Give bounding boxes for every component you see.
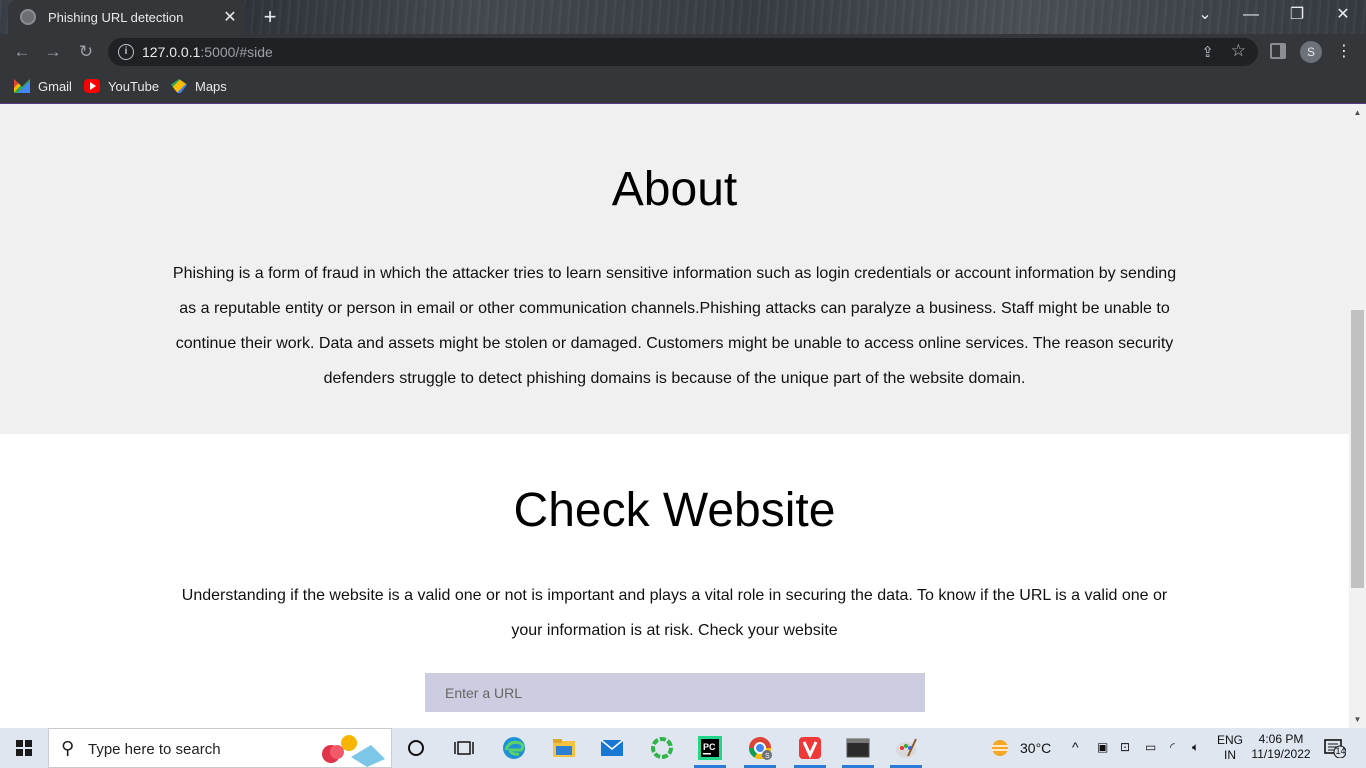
scroll-up-arrow-icon[interactable]: ▲ (1349, 104, 1366, 121)
bookmark-maps[interactable]: Maps (171, 76, 227, 96)
window-close-button[interactable]: ✕ (1320, 0, 1366, 30)
bookmark-label: Gmail (38, 78, 72, 94)
tab-close-icon[interactable]: ✕ (218, 7, 242, 27)
about-section: About Phishing is a form of fraud in whi… (0, 104, 1349, 434)
edge-icon[interactable] (490, 728, 538, 768)
address-url[interactable]: 127.0.0.1:5000/#side (142, 44, 273, 60)
page-scrollbar[interactable]: ▲ ▼ (1349, 104, 1366, 728)
language-code: ENG (1216, 733, 1243, 747)
taskbar-search-placeholder: Type here to search (88, 741, 221, 758)
search-highlight-illustration-icon (322, 735, 385, 767)
vivaldi-icon[interactable] (786, 728, 834, 768)
browser-toolbar: ← → ↻ i 127.0.0.1:5000/#side ⇪ ☆ S ⋮ (0, 34, 1366, 70)
gmail-icon (14, 79, 30, 93)
notification-center-icon[interactable]: 14 (1324, 738, 1347, 759)
bookmark-youtube[interactable]: YouTube (84, 76, 159, 96)
cortana-icon[interactable] (392, 728, 440, 768)
mail-icon[interactable] (588, 728, 636, 768)
url-path: :5000/#side (200, 44, 273, 60)
youtube-icon (84, 79, 100, 93)
region-code: IN (1224, 748, 1236, 762)
taskbar: ⚲ Type here to search PC S 30°C ^ ▣ ⊡ ▭ … (0, 728, 1366, 768)
profile-avatar[interactable]: S (1300, 41, 1322, 63)
url-host: 127.0.0.1 (142, 44, 201, 60)
chrome-divider (0, 103, 1366, 104)
file-explorer-icon[interactable] (540, 728, 588, 768)
terminal-icon[interactable] (834, 728, 882, 768)
about-heading: About (611, 163, 738, 216)
scrollbar-thumb[interactable] (1351, 310, 1364, 588)
language-indicator[interactable]: ENG IN (1214, 733, 1246, 763)
app-ring-icon[interactable] (638, 728, 686, 768)
notification-count: 14 (1335, 746, 1346, 756)
windows-logo-icon (16, 740, 32, 756)
pycharm-icon[interactable]: PC (686, 728, 734, 768)
paint-icon[interactable] (882, 728, 930, 768)
battery-icon[interactable]: ▭ (1145, 740, 1156, 755)
clock-time: 4:06 PM (1258, 732, 1304, 746)
scroll-down-arrow-icon[interactable]: ▼ (1349, 711, 1366, 728)
url-input[interactable] (425, 673, 925, 712)
taskbar-search[interactable]: ⚲ Type here to search (48, 728, 392, 768)
bookmark-label: Maps (195, 78, 227, 94)
tab-title: Phishing URL detection (48, 9, 184, 25)
network-icon[interactable]: ◜ (1170, 740, 1175, 755)
address-bar[interactable]: i 127.0.0.1:5000/#side ⇪ ☆ (108, 38, 1258, 66)
start-button[interactable] (0, 728, 48, 768)
check-website-heading: Check Website (513, 484, 836, 537)
meet-now-icon[interactable]: ▣ (1097, 740, 1108, 755)
site-info-icon[interactable]: i (118, 44, 134, 60)
tab-search-chevron-icon[interactable]: ⌄ (1182, 0, 1228, 30)
search-icon: ⚲ (61, 738, 75, 758)
svg-text:PC: PC (703, 742, 716, 752)
about-text: Phishing is a form of fraud in which the… (172, 265, 1177, 387)
svg-text:S: S (765, 753, 770, 760)
chrome-icon[interactable]: S (736, 728, 784, 768)
new-tab-button[interactable]: + (258, 5, 282, 29)
share-icon[interactable]: ⇪ (1201, 43, 1214, 61)
bookmark-star-icon[interactable]: ☆ (1231, 41, 1246, 61)
page-viewport: About Phishing is a form of fraud in whi… (0, 104, 1349, 728)
tray-overflow-chevron-icon[interactable]: ^ (1072, 740, 1079, 755)
bookmark-gmail[interactable]: Gmail (14, 76, 72, 96)
bookmark-label: YouTube (108, 78, 160, 94)
check-website-text: Understanding if the website is a valid … (181, 587, 1168, 639)
clock[interactable]: 4:06 PM 11/19/2022 (1248, 732, 1314, 762)
forward-arrow-icon[interactable]: → (41, 40, 65, 64)
minimize-button[interactable]: — (1228, 0, 1274, 30)
clock-date: 11/19/2022 (1251, 747, 1311, 761)
volume-icon[interactable]: 🔈︎ (1192, 740, 1199, 755)
bookmarks-bar: Gmail YouTube Maps (0, 70, 1366, 103)
maps-icon (171, 79, 187, 93)
restore-button[interactable]: ❐ (1274, 0, 1320, 30)
task-view-icon[interactable] (440, 728, 488, 768)
side-panel-icon[interactable] (1270, 43, 1286, 59)
reload-icon[interactable]: ↻ (74, 40, 98, 64)
weather-icon[interactable] (976, 728, 1024, 768)
weather-temperature[interactable]: 30°C (1020, 740, 1051, 756)
browser-tab[interactable]: Phishing URL detection ✕ (8, 0, 246, 34)
back-arrow-icon[interactable]: ← (10, 40, 34, 64)
page-favicon-icon (20, 9, 36, 25)
menu-kebab-icon[interactable]: ⋮ (1336, 40, 1352, 64)
security-icon[interactable]: ⊡ (1120, 740, 1130, 755)
